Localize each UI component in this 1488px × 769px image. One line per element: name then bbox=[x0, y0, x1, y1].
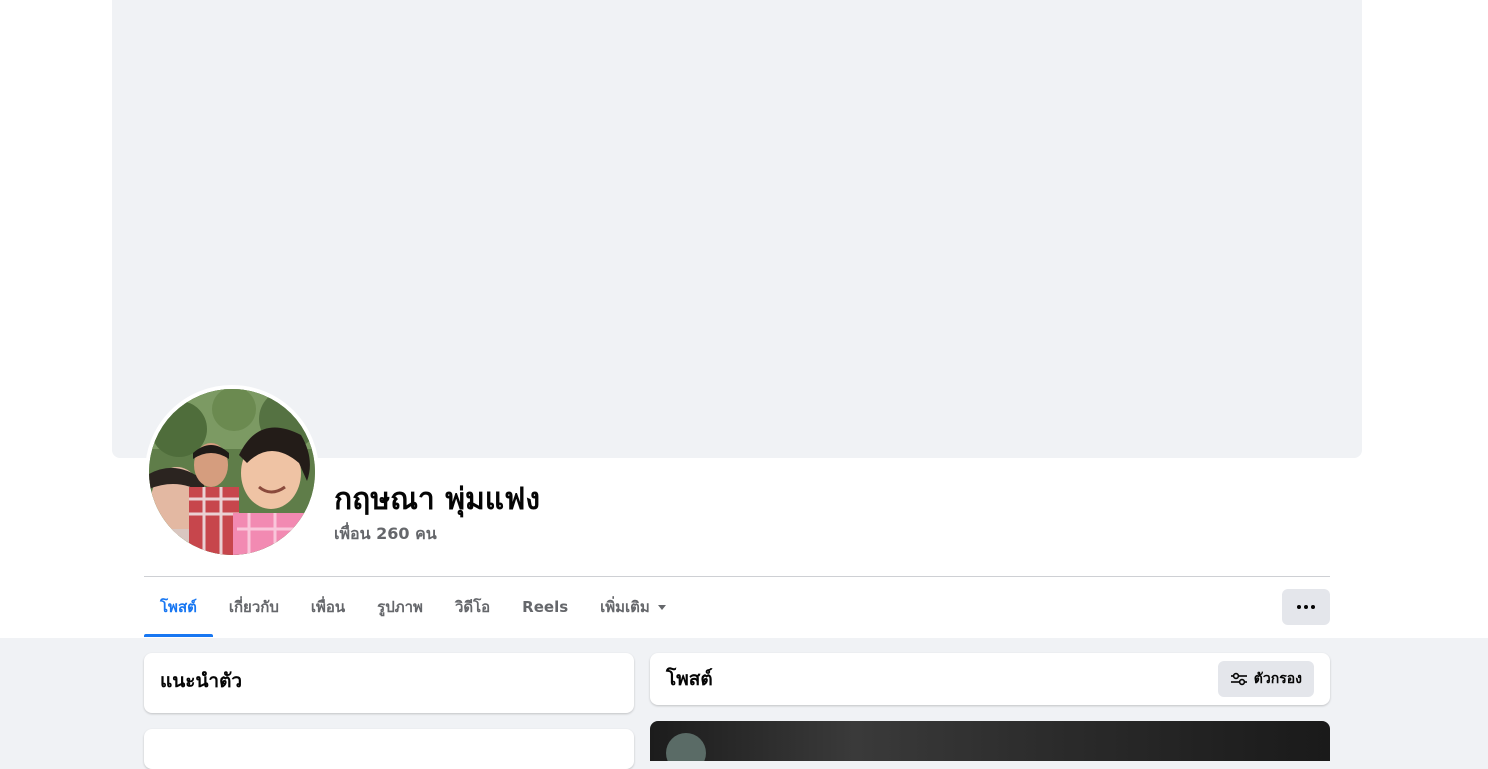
tab-reels[interactable]: Reels bbox=[506, 577, 584, 637]
profile-tabs: โพสต์ เกี่ยวกับ เพื่อน รูปภาพ วิดีโอ Ree… bbox=[144, 577, 682, 637]
filter-button[interactable]: ตัวกรอง bbox=[1217, 661, 1314, 697]
profile-header: กฤษณา พุ่มแฟง เพื่อน 260 คน โพสต์ เกี่ยว… bbox=[0, 0, 1488, 638]
profile-avatar[interactable] bbox=[145, 385, 319, 559]
filter-label: ตัวกรอง bbox=[1253, 671, 1302, 687]
posts-title: โพสต์ bbox=[666, 668, 713, 690]
tab-about[interactable]: เกี่ยวกับ bbox=[213, 577, 295, 637]
more-options-button[interactable] bbox=[1282, 589, 1330, 625]
tab-friends[interactable]: เพื่อน bbox=[295, 577, 361, 637]
tab-about-label: เกี่ยวกับ bbox=[228, 598, 279, 616]
tab-videos-label: วิดีโอ bbox=[454, 598, 491, 616]
post-preview[interactable] bbox=[650, 721, 1330, 761]
tab-photos[interactable]: รูปภาพ bbox=[361, 577, 439, 637]
profile-name: กฤษณา พุ่มแฟง bbox=[334, 482, 541, 517]
tab-reels-label: Reels bbox=[522, 598, 569, 616]
intro-title: แนะนำตัว bbox=[160, 670, 243, 692]
more-horizontal-icon bbox=[1297, 605, 1315, 609]
posts-card: โพสต์ ตัวกรอง bbox=[650, 653, 1330, 705]
tab-posts[interactable]: โพสต์ bbox=[144, 577, 213, 637]
tab-more-label: เพิ่มเติม bbox=[600, 598, 650, 616]
tab-friends-label: เพื่อน bbox=[310, 598, 346, 616]
chevron-down-icon bbox=[657, 604, 666, 610]
tab-videos[interactable]: วิดีโอ bbox=[439, 577, 506, 637]
cover-photo[interactable] bbox=[112, 0, 1362, 458]
friends-count[interactable]: เพื่อน 260 คน bbox=[334, 522, 437, 546]
intro-card-secondary bbox=[144, 729, 634, 769]
sliders-icon bbox=[1230, 672, 1247, 686]
post-author-avatar[interactable] bbox=[666, 733, 706, 761]
intro-card: แนะนำตัว bbox=[144, 653, 634, 713]
tab-more[interactable]: เพิ่มเติม bbox=[584, 577, 682, 637]
tab-posts-label: โพสต์ bbox=[160, 598, 197, 616]
avatar-photo bbox=[149, 389, 315, 555]
tab-photos-label: รูปภาพ bbox=[377, 598, 423, 616]
